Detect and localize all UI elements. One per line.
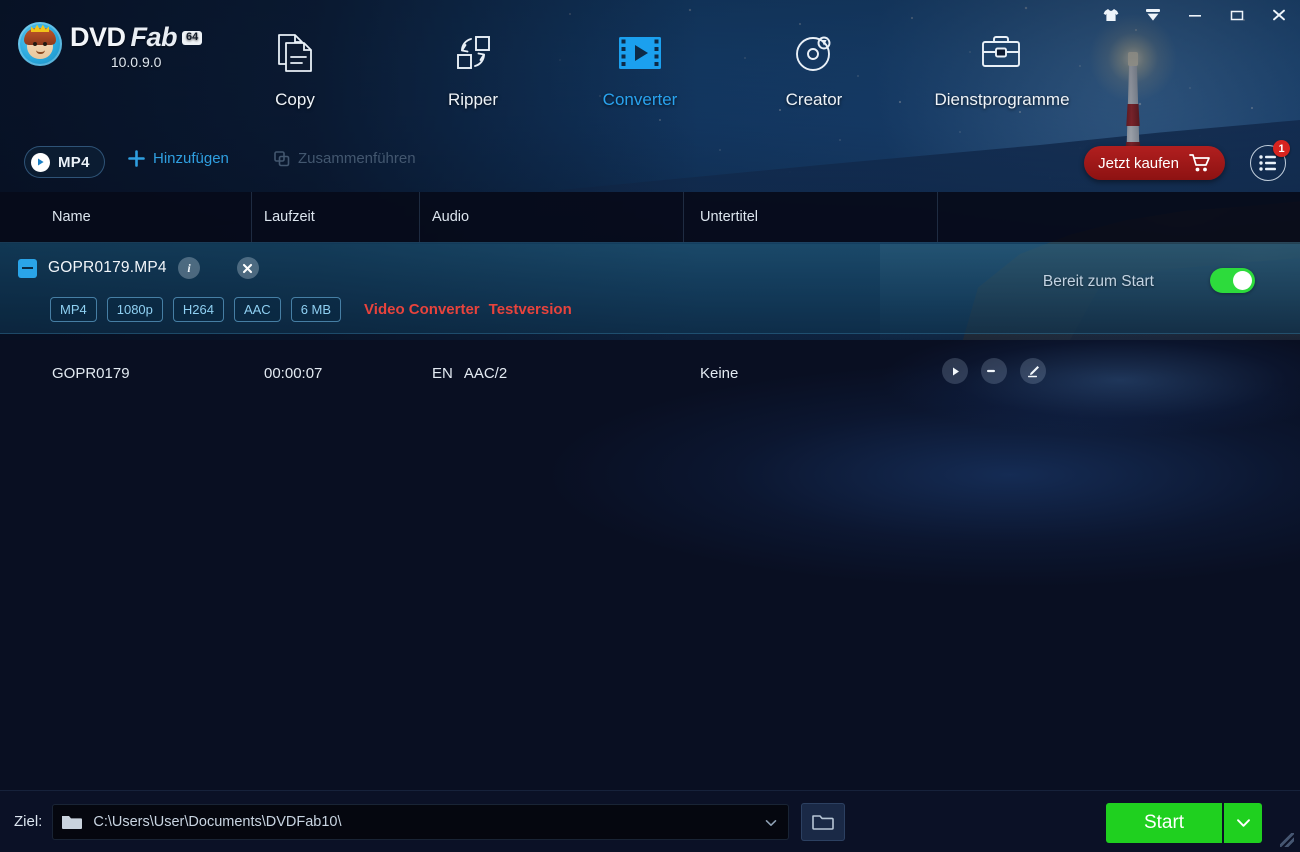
column-header-name[interactable]: Name bbox=[0, 192, 252, 242]
close-icon[interactable] bbox=[1268, 4, 1290, 26]
output-profile-label: MP4 bbox=[58, 153, 90, 171]
nav-label-dienstprogramme: Dienstprogramme bbox=[934, 90, 1070, 109]
skin-icon[interactable] bbox=[1100, 4, 1122, 26]
ripper-icon bbox=[451, 30, 495, 76]
chevron-down-icon bbox=[1236, 819, 1250, 827]
audio-language: EN bbox=[432, 364, 453, 382]
target-path-input[interactable]: C:\Users\User\Documents\DVDFab10\ bbox=[52, 803, 790, 840]
main-navigation: Copy Ripper Converter Creator Dienstprog… bbox=[200, 30, 1100, 130]
nav-label-copy: Copy bbox=[275, 90, 315, 109]
target-label: Ziel: bbox=[14, 813, 43, 830]
nav-tab-ripper[interactable]: Ripper bbox=[390, 30, 556, 110]
merge-files-label: Zusammenführen bbox=[298, 150, 416, 167]
file-tag: 1080p bbox=[106, 297, 163, 322]
toggle-knob bbox=[1233, 271, 1252, 290]
mascot-eye-right bbox=[43, 42, 47, 46]
file-tag: H264 bbox=[172, 297, 224, 322]
trial-notice: Video Converter Testversion bbox=[364, 301, 572, 318]
creator-disc-icon bbox=[792, 30, 836, 76]
output-profile-button[interactable]: MP4 bbox=[24, 146, 105, 178]
mascot-eye-left bbox=[33, 42, 37, 46]
file-status-text: Bereit zum Start bbox=[1042, 273, 1154, 290]
title-subtitle[interactable]: Keine bbox=[684, 348, 938, 398]
info-icon[interactable]: i bbox=[177, 257, 200, 279]
file-tag: MP4 bbox=[50, 297, 97, 322]
trial-product-label: Video Converter bbox=[364, 301, 480, 318]
download-icon[interactable] bbox=[1142, 4, 1164, 26]
merge-icon bbox=[274, 150, 290, 166]
file-tag: AAC bbox=[233, 297, 281, 322]
open-folder-icon bbox=[812, 814, 835, 830]
file-enable-toggle[interactable] bbox=[1210, 268, 1255, 293]
audio-codec: AAC/2 bbox=[463, 364, 508, 382]
maximize-icon[interactable] bbox=[1226, 4, 1248, 26]
nav-label-converter: Converter bbox=[602, 90, 678, 109]
nav-tab-copy[interactable]: Copy bbox=[200, 30, 390, 110]
target-path-value: C:\Users\User\Documents\DVDFab10\ bbox=[93, 813, 342, 830]
file-row-header: GOPR0179.MP4 i bbox=[18, 257, 259, 279]
start-options-button[interactable] bbox=[1224, 803, 1262, 843]
nav-label-creator: Creator bbox=[785, 90, 843, 109]
queue-list-icon bbox=[1259, 155, 1276, 171]
svg-text:i: i bbox=[187, 261, 191, 275]
window-controls bbox=[1100, 4, 1290, 26]
converter-icon bbox=[617, 30, 663, 76]
buy-now-label: Jetzt kaufen bbox=[1098, 154, 1179, 172]
nav-tab-dienstprogramme[interactable]: Dienstprogramme bbox=[904, 30, 1100, 110]
table-header: Name Laufzeit Audio Untertitel bbox=[0, 192, 1300, 242]
nav-tab-creator[interactable]: Creator bbox=[724, 30, 904, 110]
merge-files-button[interactable]: Zusammenführen bbox=[274, 150, 416, 167]
column-header-untertitel[interactable]: Untertitel bbox=[684, 192, 938, 242]
chevron-down-icon[interactable] bbox=[765, 819, 777, 827]
toolbox-icon bbox=[979, 30, 1025, 76]
add-files-button[interactable]: Hinzufügen bbox=[128, 150, 229, 167]
trial-version-label: Testversion bbox=[488, 301, 572, 318]
title-bar bbox=[0, 0, 1300, 34]
title-duration: 00:00:07 bbox=[264, 364, 323, 382]
file-tag-list: MP4 1080p H264 AAC 6 MB Video Converter … bbox=[50, 297, 572, 322]
collapse-toggle-icon[interactable] bbox=[18, 258, 37, 278]
remove-file-icon[interactable] bbox=[236, 257, 259, 279]
buy-now-button[interactable]: Jetzt kaufen bbox=[1084, 146, 1225, 180]
title-row[interactable]: GOPR0179 00:00:07 EN AAC/2 Keine bbox=[0, 348, 1300, 398]
resize-grip[interactable] bbox=[1280, 833, 1294, 847]
file-name: GOPR0179.MP4 bbox=[48, 259, 167, 276]
folder-icon bbox=[62, 815, 83, 829]
profile-arrow-icon bbox=[31, 152, 50, 172]
bottom-bar: Ziel: C:\Users\User\Documents\DVDFab10\ … bbox=[0, 790, 1300, 852]
browse-folder-button[interactable] bbox=[801, 802, 846, 841]
file-row[interactable]: GOPR0179.MP4 i MP4 1080p H264 AAC 6 MB V… bbox=[0, 242, 1300, 334]
copy-icon bbox=[276, 30, 314, 76]
title-name: GOPR0179 bbox=[52, 364, 130, 382]
column-header-laufzeit[interactable]: Laufzeit bbox=[252, 192, 420, 242]
task-queue-badge: 1 bbox=[1273, 140, 1290, 157]
title-audio[interactable]: EN AAC/2 bbox=[420, 348, 684, 398]
file-tag: 6 MB bbox=[290, 297, 342, 322]
sub-toolbar: MP4 Hinzufügen Zusammenführen Jetzt kauf… bbox=[0, 140, 1300, 192]
plus-icon bbox=[128, 150, 145, 167]
column-header-audio[interactable]: Audio bbox=[420, 192, 684, 242]
column-header-spacer bbox=[938, 192, 1300, 242]
content-area bbox=[0, 340, 1300, 790]
nav-tab-converter[interactable]: Converter bbox=[556, 30, 724, 110]
start-button-group: Start bbox=[1106, 803, 1262, 843]
minimize-icon[interactable] bbox=[1184, 4, 1206, 26]
nav-label-ripper: Ripper bbox=[447, 90, 499, 109]
app-version: 10.0.9.0 bbox=[110, 54, 162, 70]
add-files-label: Hinzufügen bbox=[153, 150, 229, 167]
dvdfab-window: DVD Fab 64 10.0.9.0 Copy Ripper Converte… bbox=[0, 0, 1300, 852]
cart-icon bbox=[1189, 154, 1210, 172]
start-button[interactable]: Start bbox=[1106, 803, 1222, 843]
